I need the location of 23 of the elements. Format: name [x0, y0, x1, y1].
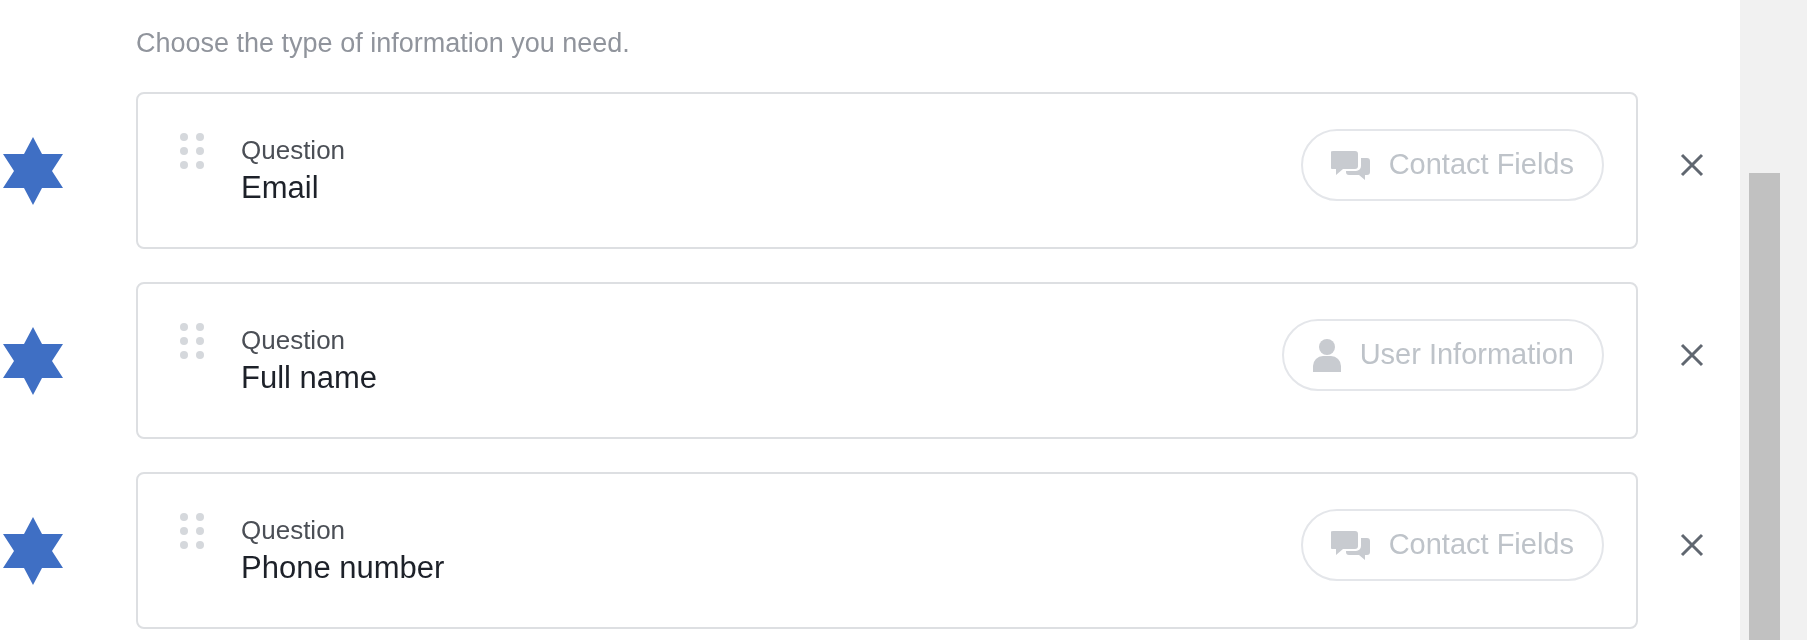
category-tag: User Information: [1281, 318, 1604, 391]
star-icon: [0, 326, 65, 395]
question-value: Email: [241, 168, 320, 207]
drag-handle-icon[interactable]: [179, 512, 205, 552]
chat-bubbles-icon: [1330, 148, 1371, 181]
question-label: Question: [241, 133, 346, 167]
star-icon: [0, 136, 65, 205]
close-icon: [1680, 152, 1704, 177]
question-label: Question: [241, 513, 347, 547]
chat-bubbles-icon: [1330, 528, 1371, 561]
question-label: Question: [241, 323, 347, 357]
question-value: Phone number: [241, 548, 445, 587]
star-icon: [0, 516, 65, 585]
drag-handle-icon[interactable]: [179, 322, 205, 362]
drag-handle-icon[interactable]: [179, 132, 205, 172]
question-value: Full name: [241, 358, 378, 397]
category-tag: Contact Fields: [1300, 128, 1604, 201]
close-icon: [1680, 342, 1704, 367]
category-tag: Contact Fields: [1300, 508, 1604, 581]
scrollbar-thumb[interactable]: [1749, 173, 1780, 640]
instruction-text: Choose the type of information you need.: [136, 27, 631, 60]
person-icon: [1311, 337, 1342, 372]
close-icon: [1680, 532, 1704, 557]
